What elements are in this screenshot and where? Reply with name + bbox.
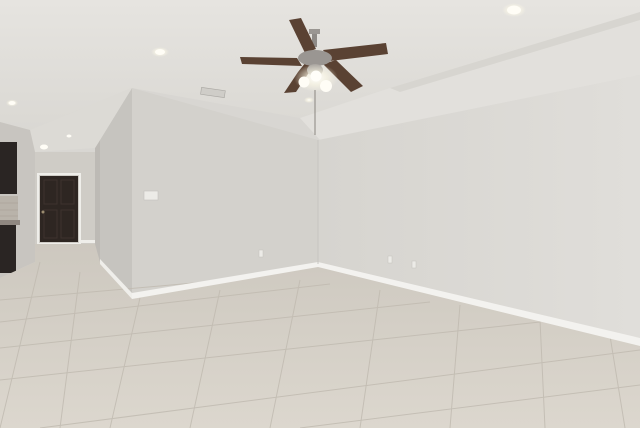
baseboard-hall-far (80, 240, 95, 243)
fan-bulb-1 (298, 76, 310, 88)
fan-bulb-2 (320, 80, 332, 92)
door-knob[interactable] (41, 210, 45, 214)
fan-motor (298, 50, 332, 66)
outlet-right-1[interactable] (387, 255, 393, 264)
fan-bulb-3 (310, 70, 322, 82)
countertop (0, 220, 20, 225)
light-switch[interactable] (143, 190, 159, 201)
front-door[interactable] (40, 176, 78, 242)
lower-cabinet (0, 225, 16, 273)
room-scene (0, 0, 640, 428)
backsplash (0, 196, 18, 220)
outlet-right-2[interactable] (411, 260, 417, 269)
upper-cabinet (0, 142, 17, 194)
outlet-center[interactable] (258, 249, 264, 258)
hall-wall-side (95, 140, 100, 262)
center-wall (132, 88, 318, 296)
fan-canopy (309, 29, 320, 34)
